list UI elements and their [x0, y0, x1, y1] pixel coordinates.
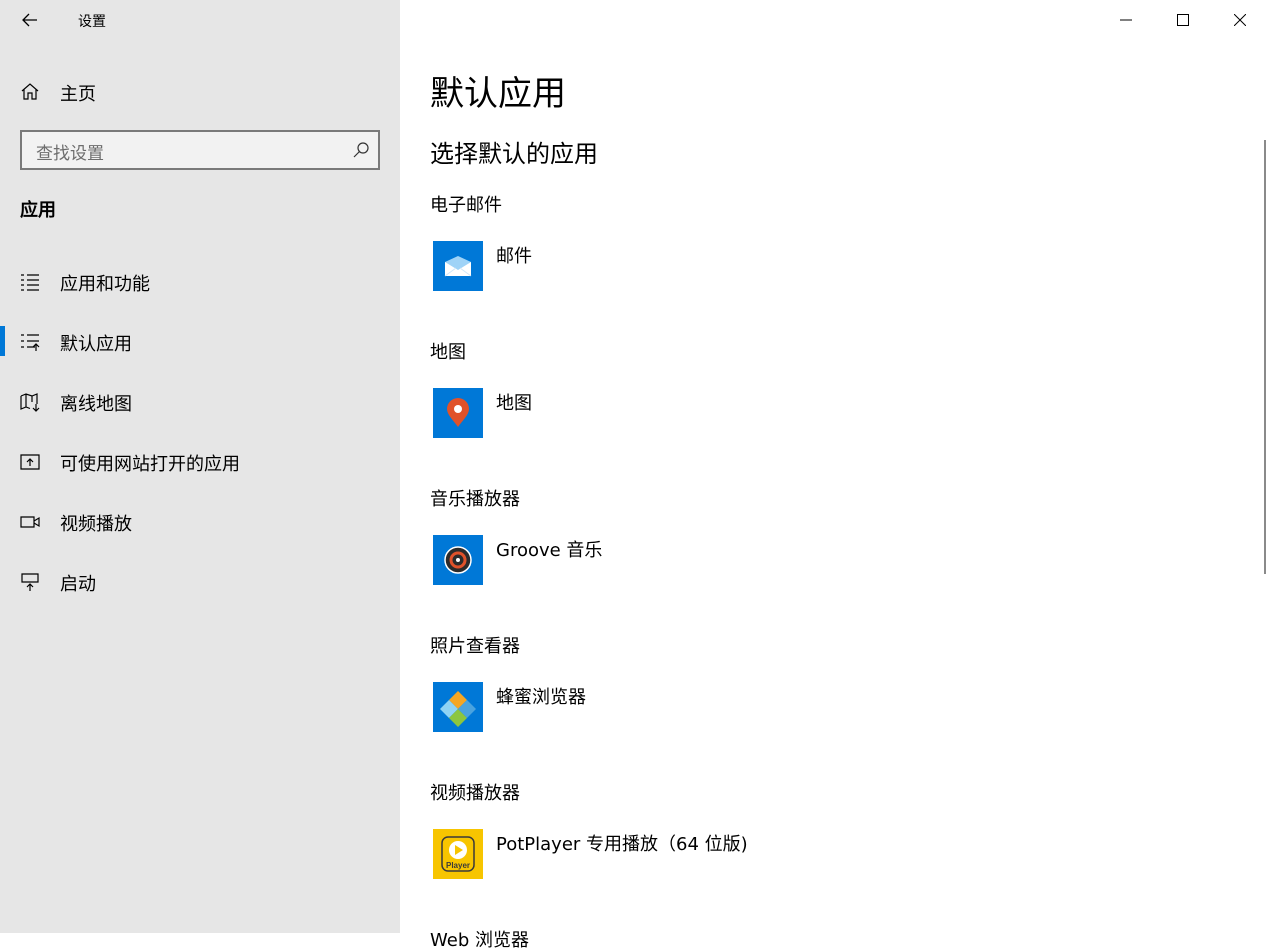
- close-button[interactable]: [1211, 0, 1268, 40]
- sidebar-item-default-apps[interactable]: 默认应用: [0, 320, 400, 364]
- selection-indicator: [0, 326, 5, 356]
- potplayer-icon: Player: [433, 829, 483, 879]
- honeyview-icon: [433, 682, 483, 732]
- default-app-maps[interactable]: 地图: [430, 385, 830, 441]
- sidebar-item-label: 默认应用: [60, 334, 132, 355]
- back-button[interactable]: [14, 4, 46, 36]
- default-apps-icon: [21, 334, 40, 351]
- window-title: 设置: [78, 14, 106, 30]
- search-input[interactable]: 查找设置: [20, 130, 380, 170]
- category-photos-label: 照片查看器: [430, 636, 520, 657]
- svg-text:Player: Player: [446, 861, 470, 870]
- sidebar-item-startup[interactable]: 启动: [0, 560, 400, 604]
- minimize-icon: [1119, 19, 1132, 21]
- maximize-button[interactable]: [1154, 0, 1211, 40]
- search-placeholder: 查找设置: [36, 144, 104, 164]
- sidebar-item-label: 启动: [60, 574, 96, 595]
- home-icon: [21, 83, 39, 100]
- category-maps-label: 地图: [430, 342, 466, 363]
- maps-app-icon: [433, 388, 483, 438]
- offline-maps-icon: [20, 393, 40, 412]
- default-app-email[interactable]: 邮件: [430, 238, 830, 294]
- close-icon: [1233, 14, 1246, 26]
- page-title: 默认应用: [430, 74, 566, 114]
- sidebar-item-video-playback[interactable]: 视频播放: [0, 500, 400, 544]
- mail-app-icon: [433, 241, 483, 291]
- home-label: 主页: [60, 84, 96, 105]
- groove-music-icon: [433, 535, 483, 585]
- maximize-icon: [1176, 14, 1189, 26]
- app-name: 蜂蜜浏览器: [496, 687, 586, 708]
- sidebar-item-apps-for-websites[interactable]: 可使用网站打开的应用: [0, 440, 400, 484]
- default-app-music[interactable]: Groove 音乐: [430, 532, 830, 588]
- default-app-video[interactable]: Player PotPlayer 专用播放（64 位版): [430, 826, 830, 882]
- category-video-label: 视频播放器: [430, 783, 520, 804]
- apps-features-icon: [21, 274, 39, 291]
- sidebar-item-label: 应用和功能: [60, 274, 150, 295]
- video-playback-icon: [20, 516, 40, 528]
- scrollbar[interactable]: [1264, 140, 1266, 574]
- search-icon[interactable]: [352, 141, 370, 159]
- category-music-label: 音乐播放器: [430, 489, 520, 510]
- sidebar-home[interactable]: 主页: [0, 70, 400, 112]
- minimize-button[interactable]: [1097, 0, 1154, 40]
- default-app-photos[interactable]: 蜂蜜浏览器: [430, 679, 830, 735]
- sidebar-item-offline-maps[interactable]: 离线地图: [0, 380, 400, 424]
- startup-icon: [21, 573, 39, 591]
- sidebar-item-label: 可使用网站打开的应用: [60, 454, 240, 475]
- section-subtitle: 选择默认的应用: [430, 140, 598, 168]
- sidebar-item-label: 离线地图: [60, 394, 132, 415]
- section-title: 应用: [20, 200, 56, 221]
- app-name: 邮件: [496, 246, 532, 267]
- category-email-label: 电子邮件: [430, 195, 502, 216]
- sidebar-item-label: 视频播放: [60, 514, 132, 535]
- app-name: Groove 音乐: [496, 540, 603, 561]
- category-web-browser-label: Web 浏览器: [430, 930, 529, 951]
- sidebar: 设置 主页 查找设置 应用 应用和功能 默认应用 离线地图 可使用网站打开的应用…: [0, 0, 400, 933]
- back-arrow-icon: [22, 13, 37, 27]
- app-name: PotPlayer 专用播放（64 位版): [496, 834, 748, 855]
- app-name: 地图: [496, 393, 532, 414]
- sidebar-item-apps-features[interactable]: 应用和功能: [0, 260, 400, 304]
- apps-for-websites-icon: [20, 454, 40, 470]
